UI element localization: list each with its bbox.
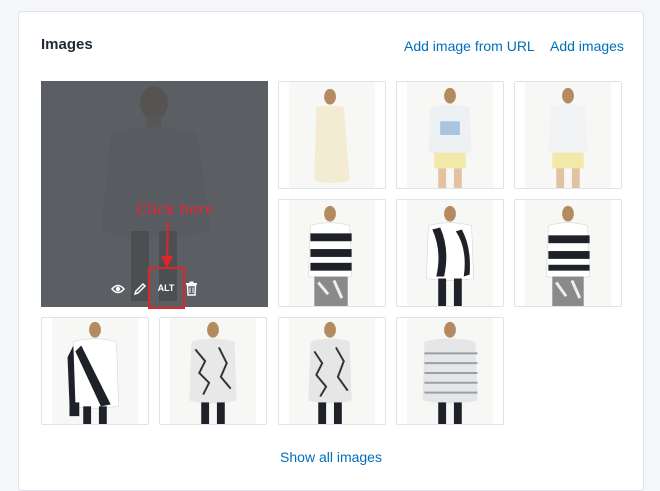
annotation-highlight-box — [148, 267, 185, 309]
annotation-label: Click here — [136, 200, 214, 218]
thumbnail-1[interactable] — [278, 81, 386, 189]
thumbnail-photo — [288, 318, 376, 424]
thumbnail-4[interactable] — [278, 199, 386, 307]
annotation-arrow-icon — [161, 222, 173, 268]
thumbnail-photo — [288, 200, 376, 306]
thumbnail-6[interactable] — [514, 199, 622, 307]
section-title: Images — [41, 36, 93, 53]
thumbnail-photo — [524, 82, 612, 188]
show-all-images-link[interactable]: Show all images — [19, 449, 643, 465]
thumbnail-photo — [406, 82, 494, 188]
thumbnail-3[interactable] — [514, 81, 622, 189]
add-images-link[interactable]: Add images — [550, 38, 624, 54]
thumbnail-7[interactable] — [41, 317, 149, 425]
thumbnail-10[interactable] — [396, 317, 504, 425]
eye-icon[interactable] — [111, 283, 125, 295]
thumbnail-8[interactable] — [159, 317, 267, 425]
thumbnail-photo — [169, 318, 257, 424]
add-image-from-url-link[interactable]: Add image from URL — [404, 38, 535, 54]
trash-icon[interactable] — [185, 281, 198, 296]
thumbnail-2[interactable] — [396, 81, 504, 189]
thumbnail-photo — [524, 200, 612, 306]
images-card: Images Add image from URL Add images ALT — [18, 11, 644, 491]
thumbnail-photo — [51, 318, 139, 424]
thumbnail-5[interactable] — [396, 199, 504, 307]
thumbnail-photo — [406, 318, 494, 424]
thumbnail-photo — [406, 200, 494, 306]
thumbnail-9[interactable] — [278, 317, 386, 425]
pencil-icon[interactable] — [133, 282, 147, 296]
thumbnail-photo — [288, 82, 376, 188]
